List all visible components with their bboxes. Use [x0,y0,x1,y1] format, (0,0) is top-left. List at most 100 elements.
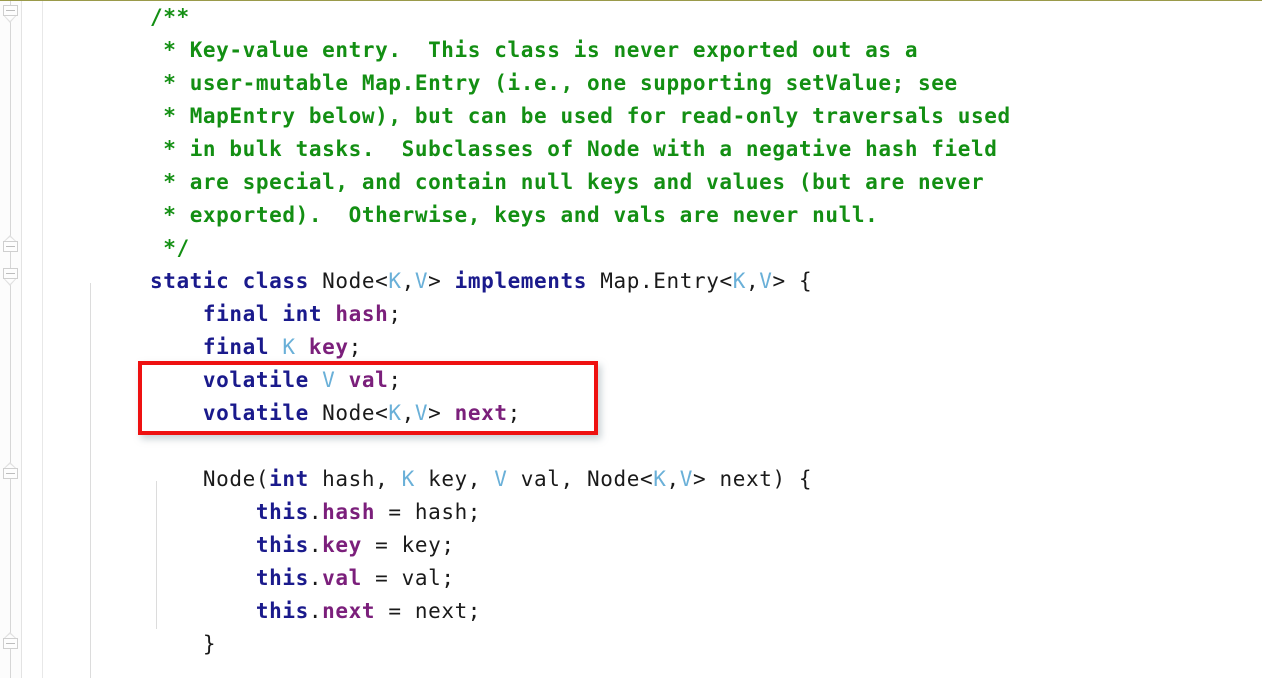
code-token-kw: this [255,533,309,557]
code-token-pln: key, [414,467,495,491]
code-token-punc: . [308,500,323,524]
code-token-pln [44,335,203,359]
code-line[interactable]: } [44,628,216,661]
code-token-punc: ; [507,401,521,425]
fold-start-class-icon[interactable] [3,268,18,286]
code-token-kw: implements [454,269,601,293]
code-token-pln [44,533,256,557]
code-line[interactable]: this.next = next; [44,595,481,628]
code-token-pln [44,401,203,425]
code-line[interactable]: Node(int hash, K key, V val, Node<K,V> n… [44,463,812,496]
code-token-pln: Map.Entry< [600,269,733,293]
code-line[interactable]: * are special, and contain null keys and… [44,166,984,199]
code-line[interactable]: * in bulk tasks. Subclasses of Node with… [44,133,998,166]
code-token-pln [44,38,163,62]
code-token-type: K [388,401,402,425]
code-token-punc: ; [388,368,402,392]
fold-end-javadoc-icon[interactable] [3,235,18,256]
code-token-pln: = key; [361,533,455,557]
code-token-pln [44,104,163,128]
code-token-pln [44,170,163,194]
code-token-pln: > [428,401,455,425]
code-line[interactable]: * exported). Otherwise, keys and vals ar… [44,199,878,232]
code-token-punc: ; [348,335,362,359]
code-token-kw: volatile [202,401,323,425]
code-token-type: K [401,467,415,491]
code-token-cmt: */ [163,236,190,260]
code-token-pln [335,368,348,392]
code-token-punc: , [745,269,760,293]
code-token-type: V [759,269,773,293]
code-line[interactable]: * user-mutable Map.Entry (i.e., one supp… [44,67,958,100]
minus-icon [6,10,15,11]
code-line[interactable]: volatile Node<K,V> next; [44,397,521,430]
code-token-fld: hash [322,500,376,524]
code-token-pln [44,368,203,392]
code-token-pln [44,236,163,260]
code-token-cmt: /** [149,5,190,29]
code-token-pln [44,566,256,590]
code-editor[interactable]: /** * Key-value entry. This class is nev… [0,0,1262,678]
code-token-kw: static class [149,269,323,293]
folding-gutter[interactable] [0,1,22,678]
code-line[interactable]: * MapEntry below), but can be used for r… [44,100,1011,133]
fold-rail [10,1,11,678]
code-line[interactable]: volatile V val; [44,364,402,397]
code-token-type: K [653,467,667,491]
code-token-pln: = val; [361,566,455,590]
code-line[interactable]: * Key-value entry. This class is never e… [44,34,918,67]
code-token-type: V [322,368,336,392]
code-token-type: V [679,467,693,491]
code-token-pln [296,335,309,359]
code-token-kw: int [269,467,309,491]
code-surface[interactable]: /** * Key-value entry. This class is nev… [44,1,1262,678]
fold-end-class-icon[interactable] [3,632,18,653]
code-line[interactable]: */ [44,232,190,265]
minus-icon [6,273,15,274]
code-token-type: K [732,269,746,293]
code-token-fld: val [348,368,389,392]
minus-icon [6,246,15,247]
code-token-punc: . [308,599,323,623]
code-token-pln: > next) { [692,467,813,491]
code-token-fld: key [322,533,362,557]
code-line[interactable]: final K key; [44,331,362,364]
fold-end-constructor-icon[interactable] [3,462,18,483]
code-token-pln: val, Node< [507,467,654,491]
code-token-type: K [388,269,402,293]
code-line[interactable]: /** [44,1,190,34]
code-token-punc: , [401,401,415,425]
code-token-pln [44,599,256,623]
code-line[interactable]: this.key = key; [44,529,455,562]
code-token-pln: = next; [375,599,482,623]
code-token-pln: Node< [322,269,389,293]
code-token-fld: next [454,401,508,425]
code-token-pln: } [202,632,217,656]
code-line[interactable]: static class Node<K,V> implements Map.En… [44,265,812,298]
code-token-cmt: * are special, and contain null keys and… [163,170,985,194]
code-token-kw: this [255,500,309,524]
code-token-cmt: * Key-value entry. This class is never e… [163,38,919,62]
code-token-type: V [414,401,429,425]
code-line[interactable]: final int hash; [44,298,402,331]
code-token-pln: = hash; [375,500,482,524]
code-token-pln [44,269,150,293]
code-line[interactable]: this.hash = hash; [44,496,481,529]
code-token-pln [44,632,203,656]
minus-icon [6,473,15,474]
code-line[interactable]: this.val = val; [44,562,455,595]
code-token-pln: > [428,269,455,293]
code-token-pln [44,71,163,95]
code-token-kw: final int [202,302,336,326]
code-token-kw: this [255,599,309,623]
fold-start-javadoc-icon[interactable] [3,5,18,23]
minus-icon [6,643,15,644]
code-token-fld: hash [335,302,389,326]
code-token-punc: . [308,566,323,590]
code-token-kw: this [255,566,309,590]
gutter-separator [42,1,43,678]
code-token-pln: Node< [322,401,389,425]
code-token-type: V [414,269,429,293]
code-token-pln [44,5,150,29]
code-token-punc: , [666,467,680,491]
